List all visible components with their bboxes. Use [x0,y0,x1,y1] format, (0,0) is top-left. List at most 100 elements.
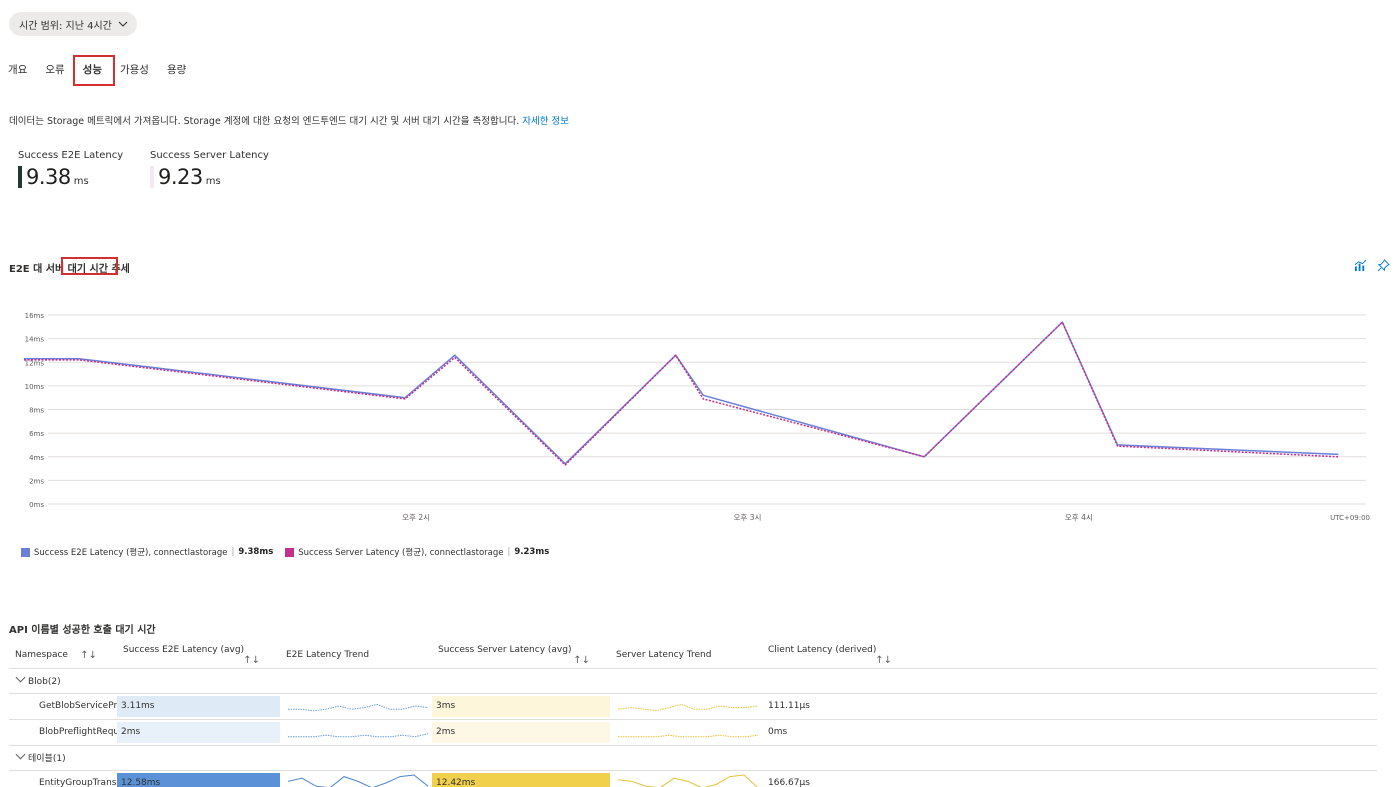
server-sparkline [618,734,758,738]
client-latency-cell: 166.67µs [762,770,912,787]
column-header-e2e[interactable]: Success E2E Latency (avg) ↑↓ [117,643,280,669]
kpi-unit: ms [205,176,221,187]
column-header-e2e-trend: E2E Latency Trend [280,643,432,669]
y-tick-label: 16ms [25,312,45,320]
e2e-latency-bar [117,721,280,743]
tab-failures[interactable]: 오류 [45,58,64,81]
tab-capacity[interactable]: 용량 [167,58,186,81]
client-latency-cell: 111.11µs [762,693,912,720]
y-tick-label: 0ms [29,501,44,509]
server-trend-cell [610,770,762,787]
e2e-latency-cell: 2ms [117,719,280,746]
spacer-cell [912,770,1377,787]
e2e-trend-cell [280,693,432,720]
api-name-cell: EntityGroupTrans: [9,770,117,787]
group-row-table[interactable]: 테이블(1) [9,745,1377,771]
kpi-unit: ms [73,176,89,187]
e2e-sparkline [288,733,428,738]
kpi-server-latency: Success Server Latency 9.23 ms [150,150,269,189]
kpi-label: Success Server Latency [150,150,269,161]
kpi-label: Success E2E Latency [18,150,124,161]
time-range-selector[interactable]: 시간 범위: 지난 4시간 [9,12,137,36]
kpi-value: 9.23 [158,165,203,189]
spacer-cell [912,693,1377,720]
pin-icon[interactable] [1377,259,1390,272]
sort-icon[interactable]: ↑↓ [243,655,260,666]
column-header-label: E2E Latency Trend [286,650,370,661]
y-tick-label: 8ms [29,407,44,415]
server-trend-cell [610,719,762,746]
server-sparkline [618,703,758,712]
x-tick-label: 오후 4시 [1065,513,1093,522]
table-header-row: Namespace ↑↓ Success E2E Latency (avg) ↑↓ … [9,643,1377,669]
legend-item-server[interactable]: Success Server Latency (평균), connectlast… [285,546,549,558]
table-row[interactable]: GetBlobServicePr 3.11ms 3ms 111.11µs [9,693,1377,720]
chevron-down-icon[interactable] [15,672,26,683]
api-name-cell: GetBlobServicePr [9,693,117,720]
spacer-cell [912,719,1377,746]
server-latency-bar [432,721,610,743]
chart-legend: Success E2E Latency (평균), connectlastora… [21,546,549,558]
sparkline-path [288,774,428,787]
column-header-client[interactable]: Client Latency (derived) ↑↓ [762,643,912,669]
column-header-spacer [912,643,1377,669]
column-header-server-trend: Server Latency Trend [610,643,762,669]
kpi-color-bar [150,166,154,188]
sort-icon[interactable]: ↑↓ [573,655,590,666]
metrics-chart-icon[interactable] [1354,259,1367,272]
column-header-label: Namespace [15,649,68,660]
x-tick-label: 오후 3시 [734,513,762,522]
e2e-latency-value: 2ms [121,726,141,737]
legend-value: 9.38ms [238,547,274,557]
chart-toolbar [1354,259,1390,272]
legend-separator: | [231,547,235,557]
chart-title-part: E2E 대 서버 [9,264,68,275]
chart-title-part: 추세 [107,264,130,275]
column-header-namespace[interactable]: Namespace ↑↓ [9,643,117,669]
group-label: Blob(2) [28,677,61,687]
y-tick-label: 14ms [25,336,45,344]
group-row-blob[interactable]: Blob(2) [9,668,1377,694]
series-line-1 [24,321,1339,466]
legend-label: Success Server Latency (평균), connectlast… [298,548,504,558]
e2e-latency-value: 3.11ms [121,700,155,711]
chevron-down-icon[interactable] [15,749,26,760]
legend-separator: | [507,547,511,557]
x-tick-label: 오후 2시 [402,513,430,522]
server-latency-value: 3ms [436,700,456,711]
column-header-server[interactable]: Success Server Latency (avg) ↑↓ [432,643,610,669]
table-title: API 이름별 성공한 호출 대기 시간 [9,625,156,636]
timezone-label: UTC+09:00 [1330,514,1370,522]
tab-overview[interactable]: 개요 [8,58,27,81]
tab-availability[interactable]: 가용성 [120,58,149,81]
e2e-latency-cell: 12.58ms [117,770,280,787]
e2e-latency-value: 12.58ms [121,777,161,787]
learn-more-link[interactable]: 자세한 정보 [522,116,569,127]
chart-title-highlight: 대기 시간 [67,264,108,275]
server-trend-cell [610,693,762,720]
server-latency-value: 12.42ms [436,777,476,787]
table-row[interactable]: BlobPreflightRequ 2ms 2ms 0ms [9,719,1377,746]
sort-icon[interactable]: ↑↓ [875,655,892,666]
kpi-value: 9.38 [26,165,71,189]
time-range-label: 시간 범위: 지난 4시간 [19,20,112,32]
table-row[interactable]: EntityGroupTrans: 12.58ms 12.42ms 166.67… [9,770,1377,787]
e2e-trend-cell [280,770,432,787]
sparkline-path [618,734,758,738]
sparkline-path [618,774,758,787]
sort-icon[interactable]: ↑↓ [80,650,97,661]
column-header-label: Client Latency (derived) [768,644,877,655]
tab-performance[interactable]: 성능 [83,58,102,81]
e2e-trend-cell [280,719,432,746]
legend-swatch [285,547,295,557]
legend-value: 9.23ms [514,547,550,557]
legend-item-e2e[interactable]: Success E2E Latency (평균), connectlastora… [21,546,273,558]
legend-label: Success E2E Latency (평균), connectlastora… [34,548,228,558]
chart-title: E2E 대 서버 대기 시간 추세 [9,260,130,275]
tab-bar: 개요 오류 성능 가용성 용량 [8,58,204,81]
kpi-e2e-latency: Success E2E Latency 9.38 ms [18,150,123,189]
column-header-label: Success E2E Latency (avg) [123,644,245,655]
server-latency-cell: 3ms [432,693,610,720]
api-latency-table: Namespace ↑↓ Success E2E Latency (avg) ↑↓ … [9,643,1377,787]
legend-swatch [21,547,30,557]
